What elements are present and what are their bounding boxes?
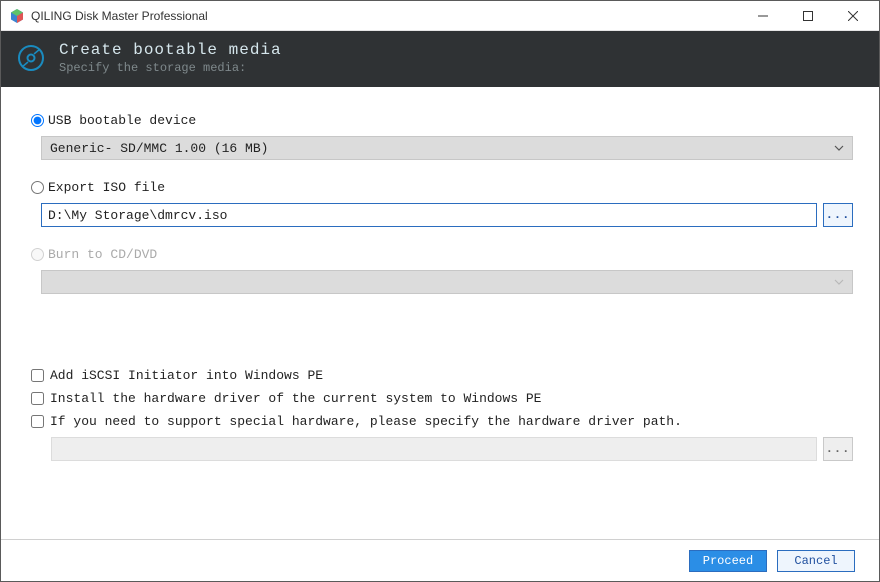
driver-path-input	[51, 437, 817, 461]
page-subtitle: Specify the storage media:	[59, 61, 282, 75]
chevron-down-icon	[834, 145, 844, 151]
iso-option-block: Export ISO file ...	[31, 180, 853, 227]
minimize-button[interactable]	[740, 2, 785, 30]
driver-path-input-row: ...	[51, 437, 853, 461]
usb-device-value: Generic- SD/MMC 1.00 (16 MB)	[50, 141, 268, 156]
cd-radio-label: Burn to CD/DVD	[48, 247, 157, 262]
window-controls	[740, 2, 875, 30]
driver-path-checkbox-label[interactable]: If you need to support special hardware,…	[50, 414, 682, 429]
app-logo-icon	[9, 8, 25, 24]
usb-radio-label[interactable]: USB bootable device	[48, 113, 196, 128]
usb-device-select[interactable]: Generic- SD/MMC 1.00 (16 MB)	[41, 136, 853, 160]
iscsi-check-row: Add iSCSI Initiator into Windows PE	[31, 368, 853, 383]
iscsi-checkbox[interactable]	[31, 369, 44, 382]
proceed-button[interactable]: Proceed	[689, 550, 767, 572]
content-area: USB bootable device Generic- SD/MMC 1.00…	[1, 87, 879, 461]
chevron-down-icon	[834, 279, 844, 285]
driver-path-browse-button: ...	[823, 437, 853, 461]
usb-radio-row: USB bootable device	[31, 113, 853, 128]
cancel-button[interactable]: Cancel	[777, 550, 855, 572]
iscsi-checkbox-label[interactable]: Add iSCSI Initiator into Windows PE	[50, 368, 323, 383]
driver-path-checkbox[interactable]	[31, 415, 44, 428]
driver-current-checkbox[interactable]	[31, 392, 44, 405]
header-band: Create bootable media Specify the storag…	[1, 31, 879, 87]
driver-current-checkbox-label[interactable]: Install the hardware driver of the curre…	[50, 391, 541, 406]
titlebar: QILING Disk Master Professional	[1, 1, 879, 31]
driver-current-check-row: Install the hardware driver of the curre…	[31, 391, 853, 406]
cd-radio	[31, 248, 44, 261]
usb-radio[interactable]	[31, 114, 44, 127]
iso-radio-label[interactable]: Export ISO file	[48, 180, 165, 195]
cd-radio-row: Burn to CD/DVD	[31, 247, 853, 262]
iso-radio-row: Export ISO file	[31, 180, 853, 195]
window-title: QILING Disk Master Professional	[31, 9, 740, 23]
iso-browse-button[interactable]: ...	[823, 203, 853, 227]
cd-option-block: Burn to CD/DVD	[31, 247, 853, 294]
iso-path-input[interactable]	[41, 203, 817, 227]
iso-input-row: ...	[41, 203, 853, 227]
cd-device-select	[41, 270, 853, 294]
page-title: Create bootable media	[59, 41, 282, 59]
disc-icon	[17, 44, 45, 72]
maximize-button[interactable]	[785, 2, 830, 30]
usb-option-block: USB bootable device Generic- SD/MMC 1.00…	[31, 113, 853, 160]
driver-path-check-row: If you need to support special hardware,…	[31, 414, 853, 429]
iso-radio[interactable]	[31, 181, 44, 194]
close-button[interactable]	[830, 2, 875, 30]
footer-bar: Proceed Cancel	[1, 539, 879, 581]
